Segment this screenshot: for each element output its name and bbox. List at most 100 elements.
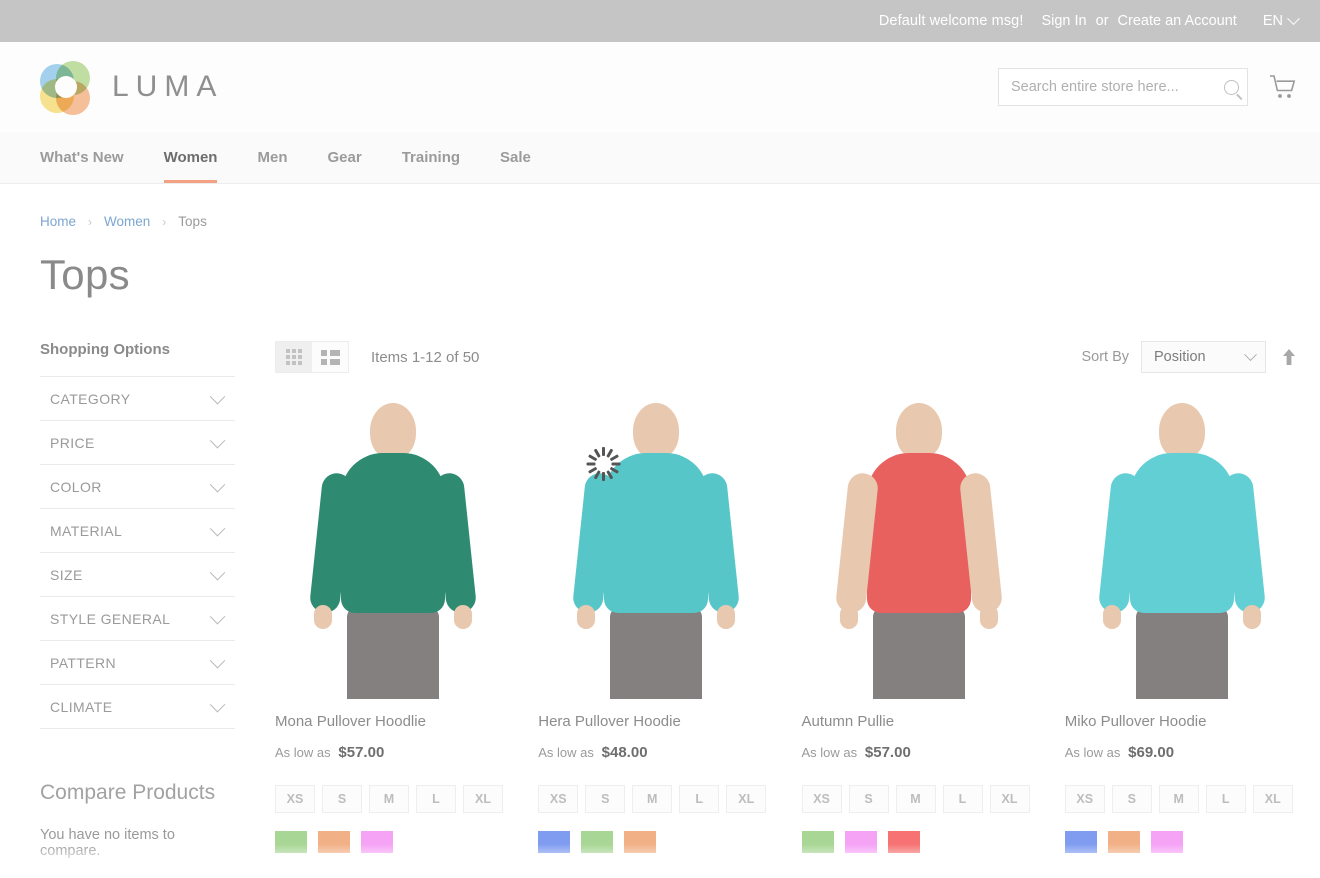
size-option-xs[interactable]: XS: [538, 785, 579, 813]
color-swatch[interactable]: [801, 831, 834, 853]
size-option-xl[interactable]: XL: [463, 785, 503, 813]
product-image[interactable]: [538, 399, 774, 699]
size-option-xs[interactable]: XS: [275, 785, 315, 813]
color-swatch[interactable]: [844, 831, 877, 853]
price-label: As low as: [1064, 745, 1121, 760]
filter-size[interactable]: SIZE: [40, 553, 235, 597]
nav-label: Gear: [327, 149, 362, 166]
sign-in-link[interactable]: Sign In: [1041, 13, 1086, 29]
product-price: As low as $57.00: [802, 744, 1037, 761]
product-name[interactable]: Hera Pullover Hoodie: [538, 713, 773, 730]
size-option-s[interactable]: S: [585, 785, 626, 813]
size-option-xs[interactable]: XS: [1064, 785, 1105, 813]
filter-climate[interactable]: CLIMATE: [40, 685, 235, 729]
size-option-s[interactable]: S: [1111, 785, 1152, 813]
filter-category[interactable]: CATEGORY: [40, 377, 235, 421]
filter-color[interactable]: COLOR: [40, 465, 235, 509]
language-switcher[interactable]: EN: [1263, 11, 1300, 29]
nav-item-training[interactable]: Training: [382, 132, 480, 183]
nav-item-gear[interactable]: Gear: [307, 132, 381, 183]
size-option-m[interactable]: M: [632, 785, 673, 813]
size-option-s[interactable]: S: [848, 785, 889, 813]
product-image[interactable]: [801, 399, 1037, 699]
size-option-xl[interactable]: XL: [726, 785, 767, 813]
sort-by-select[interactable]: Position: [1141, 341, 1266, 373]
color-swatch[interactable]: [887, 831, 920, 853]
size-option-xs[interactable]: XS: [801, 785, 842, 813]
filter-list: CATEGORY PRICE COLOR MATERIAL SIZE STYLE…: [40, 376, 235, 729]
color-swatch[interactable]: [361, 831, 393, 853]
filter-style-general[interactable]: STYLE GENERAL: [40, 597, 235, 641]
size-options: XS S M L XL: [538, 785, 773, 813]
chevron-down-icon: [209, 564, 226, 580]
nav-item-whats-new[interactable]: What's New: [40, 132, 144, 183]
compare-products-empty: You have no items to compare.: [40, 827, 175, 859]
price-value: $57.00: [338, 744, 385, 761]
sort-direction-button[interactable]: [1278, 344, 1300, 370]
size-option-l[interactable]: L: [679, 785, 720, 813]
chevron-down-icon: [209, 608, 226, 624]
create-account-link[interactable]: Create an Account: [1118, 13, 1237, 29]
filter-material[interactable]: MATERIAL: [40, 509, 235, 553]
nav-item-men[interactable]: Men: [237, 132, 307, 183]
color-swatch[interactable]: [1107, 831, 1140, 853]
product-name[interactable]: Mona Pullover Hoodlie: [275, 713, 510, 730]
color-swatch[interactable]: [1150, 831, 1183, 853]
breadcrumb-item-women[interactable]: Women: [104, 214, 150, 229]
color-options: [1064, 831, 1300, 853]
toolbar-left: Items 1-12 of 50: [275, 341, 479, 373]
product-price: As low as $48.00: [538, 744, 773, 761]
price-label: As low as: [275, 745, 331, 760]
items-count: Items 1-12 of 50: [371, 348, 480, 366]
grid-view-icon[interactable]: [276, 342, 312, 372]
breadcrumb-item-tops: Tops: [178, 214, 207, 229]
nav-label: What's New: [40, 149, 124, 166]
filter-label: MATERIAL: [50, 523, 123, 539]
nav-item-sale[interactable]: Sale: [480, 132, 551, 183]
top-panel: Default welcome msg! Sign In or Create a…: [0, 0, 1320, 42]
chevron-down-icon: [209, 476, 226, 492]
color-swatch[interactable]: [275, 831, 307, 853]
product-name[interactable]: Autumn Pullie: [802, 713, 1037, 730]
product-image[interactable]: [1064, 399, 1300, 699]
price-value: $48.00: [601, 744, 648, 761]
breadcrumb-item-home[interactable]: Home: [40, 214, 76, 229]
size-option-xl[interactable]: XL: [989, 785, 1030, 813]
size-option-l[interactable]: L: [1205, 785, 1246, 813]
color-options: [538, 831, 773, 853]
color-swatch[interactable]: [538, 831, 571, 853]
breadcrumb-separator: ›: [88, 214, 93, 229]
size-options: XS S M L XL: [1064, 785, 1300, 813]
sort-by-value: Position: [1154, 349, 1206, 365]
product-image[interactable]: [275, 399, 511, 699]
size-option-m[interactable]: M: [895, 785, 936, 813]
product-name[interactable]: Miko Pullover Hoodie: [1065, 713, 1300, 730]
filter-pattern[interactable]: PATTERN: [40, 641, 235, 685]
size-option-l[interactable]: L: [416, 785, 456, 813]
size-option-l[interactable]: L: [942, 785, 983, 813]
search-input[interactable]: [1011, 79, 1224, 95]
nav-item-women[interactable]: Women: [144, 132, 238, 183]
size-option-m[interactable]: M: [369, 785, 409, 813]
search-icon[interactable]: [1224, 79, 1239, 95]
filter-price[interactable]: PRICE: [40, 421, 235, 465]
search-box[interactable]: [998, 68, 1248, 106]
size-option-xl[interactable]: XL: [1252, 785, 1293, 813]
cart-icon[interactable]: [1268, 73, 1298, 101]
size-option-m[interactable]: M: [1158, 785, 1199, 813]
nav-label: Women: [163, 149, 218, 166]
list-view-icon[interactable]: [312, 342, 348, 372]
price-label: As low as: [801, 745, 858, 760]
size-option-s[interactable]: S: [322, 785, 362, 813]
chevron-down-icon: [209, 520, 226, 536]
color-swatch[interactable]: [624, 831, 657, 853]
product-photo-figure: [308, 399, 478, 699]
logo-link[interactable]: LUMA: [40, 61, 223, 115]
color-swatch[interactable]: [1064, 831, 1097, 853]
color-swatch[interactable]: [318, 831, 350, 853]
filter-label: COLOR: [50, 479, 102, 495]
or-separator: or: [1095, 13, 1109, 29]
color-swatch[interactable]: [581, 831, 614, 853]
sort-by-label: Sort By: [1081, 349, 1129, 365]
product-toolbar: Items 1-12 of 50 Sort By Position: [275, 341, 1300, 373]
